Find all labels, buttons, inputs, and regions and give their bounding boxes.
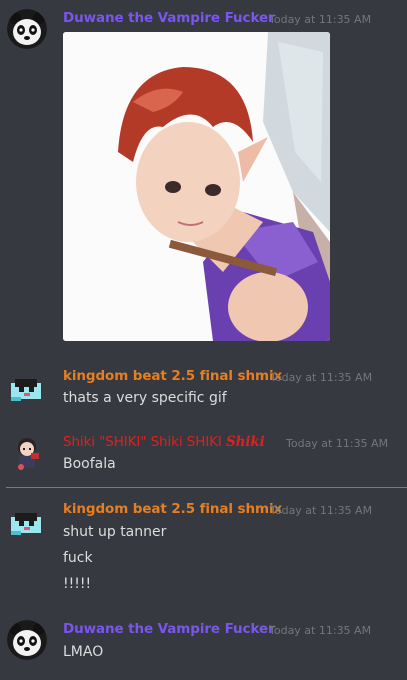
user-avatar-chibi[interactable]: [7, 433, 47, 473]
message-text: shut up tanner: [63, 524, 167, 540]
timestamp: Today at 11:35 AM: [269, 13, 372, 26]
fairy-image: [63, 32, 330, 341]
username-stylized-text: Shiki: [225, 434, 265, 450]
user-avatar-panda[interactable]: [7, 620, 47, 660]
user-avatar-panda[interactable]: [7, 9, 47, 49]
message-text: !!!!!: [63, 576, 92, 592]
user-avatar-pixel[interactable]: [7, 369, 47, 409]
chibi-character-icon: [7, 433, 47, 473]
gif-attachment[interactable]: [63, 32, 330, 341]
username[interactable]: Shiki "SHIKI" Shiki SHIKI Shiki: [63, 434, 265, 450]
message-text: fuck: [63, 550, 93, 566]
timestamp: Today at 11:35 AM: [286, 437, 389, 450]
username[interactable]: Duwane the Vampire Fucker: [63, 10, 275, 26]
message-text: LMAO: [63, 644, 104, 660]
timestamp: Today at 11:35 AM: [270, 504, 373, 517]
message-text: Boofala: [63, 456, 116, 472]
username[interactable]: kingdom beat 2.5 final shmix: [63, 501, 282, 517]
pixel-character-icon: [7, 503, 47, 543]
user-avatar-pixel[interactable]: [7, 503, 47, 543]
message-text: thats a very specific gif: [63, 390, 227, 406]
username-text: Shiki "SHIKI" Shiki SHIKI: [63, 434, 222, 450]
new-messages-divider: [6, 487, 407, 488]
username[interactable]: kingdom beat 2.5 final shmix: [63, 368, 282, 384]
username[interactable]: Duwane the Vampire Fucker: [63, 621, 275, 637]
timestamp: Today at 11:35 AM: [270, 371, 373, 384]
panda-icon: [7, 9, 47, 49]
pixel-character-icon: [7, 369, 47, 409]
panda-icon: [7, 620, 47, 660]
timestamp: Today at 11:35 AM: [269, 624, 372, 637]
